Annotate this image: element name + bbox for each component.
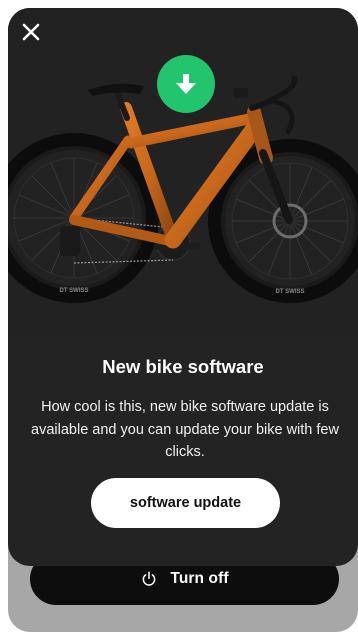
modal-title: New bike software bbox=[102, 356, 264, 377]
modal-description: How cool is this, new bike software upda… bbox=[31, 399, 339, 460]
power-icon bbox=[140, 570, 158, 588]
rear-tire-brand: DT SWISS bbox=[59, 288, 88, 294]
software-update-button[interactable]: software update bbox=[91, 478, 280, 528]
software-update-modal: DT SWISS DT SWISS New bike software How … bbox=[8, 8, 358, 566]
close-icon bbox=[21, 22, 41, 42]
turn-off-label: Turn off bbox=[170, 570, 229, 587]
close-button[interactable] bbox=[19, 20, 43, 44]
download-badge bbox=[157, 55, 215, 113]
front-tire-brand: DT SWISS bbox=[275, 289, 304, 295]
app-screen: Turn off DT SWISS DT SWISS New bike soft… bbox=[0, 0, 358, 632]
download-arrow-icon bbox=[175, 72, 197, 96]
